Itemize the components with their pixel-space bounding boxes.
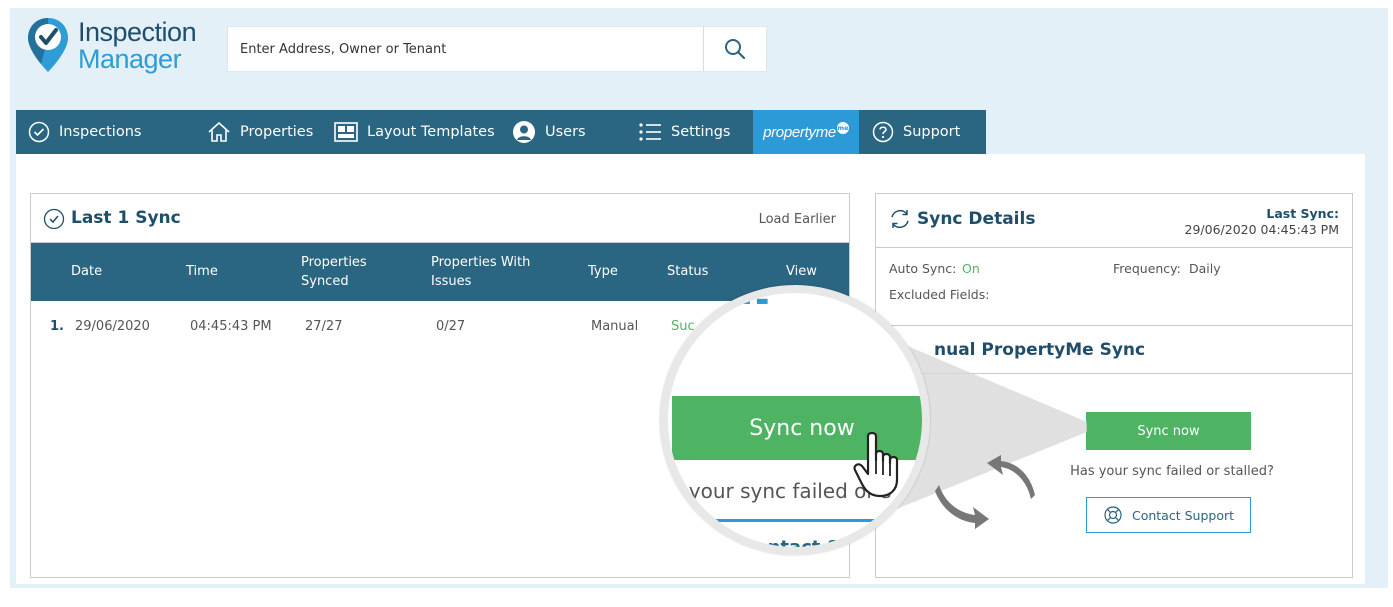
last-sync-label: Last Sync: <box>1266 206 1339 221</box>
load-earlier-link[interactable]: Load Earlier <box>759 212 836 227</box>
search-input[interactable] <box>228 27 704 71</box>
manual-sync-title: nual PropertyMe Sync <box>934 340 1146 360</box>
col-date: Date <box>71 264 103 279</box>
manual-sync-header: nual PropertyMe Sync <box>876 326 1352 374</box>
nav-settings[interactable]: Settings <box>638 110 730 154</box>
sync-details-title: Sync Details <box>917 209 1036 229</box>
main-nav: Inspections Properties Layout Templates … <box>16 110 986 154</box>
col-type: Type <box>588 264 618 279</box>
logo-text-inspection: Inspection <box>78 17 197 47</box>
col-properties-issues-1: Properties With <box>431 255 531 270</box>
nav-users[interactable]: Users <box>512 110 586 154</box>
app-logo[interactable]: Inspection Manager <box>26 16 197 76</box>
nav-label: Support <box>903 124 961 140</box>
contact-support-button[interactable]: Contact Support <box>1086 497 1251 533</box>
last-sync-title: Last 1 Sync <box>71 208 181 228</box>
col-view: View <box>786 264 817 279</box>
last-sync-value: 29/06/2020 04:45:43 PM <box>1184 222 1339 237</box>
row-type: Manual <box>591 319 639 334</box>
frequency-label: Frequency: <box>1113 261 1181 276</box>
contact-support-label: Contact Support <box>1131 507 1235 523</box>
nav-label: Inspections <box>59 124 142 140</box>
col-time: Time <box>186 264 218 279</box>
nav-label: Settings <box>671 124 731 140</box>
col-status: Status <box>667 264 709 279</box>
nav-properties[interactable]: Properties <box>207 110 313 154</box>
check-circle-icon <box>43 208 65 230</box>
magnifier-lens: ▬ ▬ Sync now s your sync failed or s Con… <box>660 285 930 555</box>
refresh-icon <box>891 209 909 229</box>
nav-propertyme[interactable]: propertyme me <box>753 110 859 154</box>
propertyme-badge: me <box>836 121 849 134</box>
search-icon <box>725 39 746 60</box>
check-circle-icon <box>28 121 50 143</box>
sync-failed-text: Has your sync failed or stalled? <box>1070 464 1274 479</box>
sync-settings: Auto Sync: On Frequency: Daily Excluded … <box>876 248 1352 326</box>
layout-icon <box>334 122 358 142</box>
row-issues: 0/27 <box>436 319 466 334</box>
row-date: 29/06/2020 <box>75 319 150 334</box>
frequency-value: Daily <box>1189 261 1221 276</box>
question-icon <box>872 121 894 143</box>
user-icon <box>513 121 535 143</box>
nav-support[interactable]: Support <box>872 110 960 154</box>
lens-contact-border <box>712 519 922 522</box>
nav-inspections[interactable]: Inspections <box>28 110 141 154</box>
propertyme-logo: propertyme <box>763 123 836 141</box>
auto-sync-value: On <box>962 261 980 276</box>
col-properties-issues-2: Issues <box>431 274 472 289</box>
last-sync-header: Last 1 Sync Load Earlier <box>31 194 849 243</box>
pin-check-icon <box>28 18 68 72</box>
list-icon <box>639 123 661 141</box>
search-button[interactable] <box>703 27 766 71</box>
home-icon <box>208 121 230 142</box>
sync-arrows-icon <box>935 455 1035 529</box>
support-icon <box>1104 506 1122 524</box>
row-time: 04:45:43 PM <box>190 319 272 334</box>
sync-details-header: Sync Details Last Sync: 29/06/2020 04:45… <box>876 194 1352 248</box>
row-index: 1. <box>50 319 64 334</box>
nav-label: Layout Templates <box>367 124 495 140</box>
lens-fragment: ▬ ▬ <box>738 293 769 309</box>
logo-text-manager: Manager <box>78 44 182 74</box>
nav-label: Properties <box>240 124 314 140</box>
nav-label: Users <box>545 124 586 140</box>
col-properties-synced-2: Synced <box>301 274 349 289</box>
search-bar <box>227 26 767 72</box>
row-synced: 27/27 <box>305 319 343 334</box>
col-properties-synced-1: Properties <box>301 255 367 270</box>
auto-sync-label: Auto Sync: <box>889 261 957 276</box>
excluded-fields-label: Excluded Fields: <box>889 287 990 302</box>
nav-layout-templates[interactable]: Layout Templates <box>334 110 495 154</box>
sync-table-header: Date Time Properties Synced Properties W… <box>31 243 849 301</box>
sync-now-button[interactable]: Sync now <box>1086 412 1251 450</box>
hand-cursor-icon <box>853 431 899 498</box>
